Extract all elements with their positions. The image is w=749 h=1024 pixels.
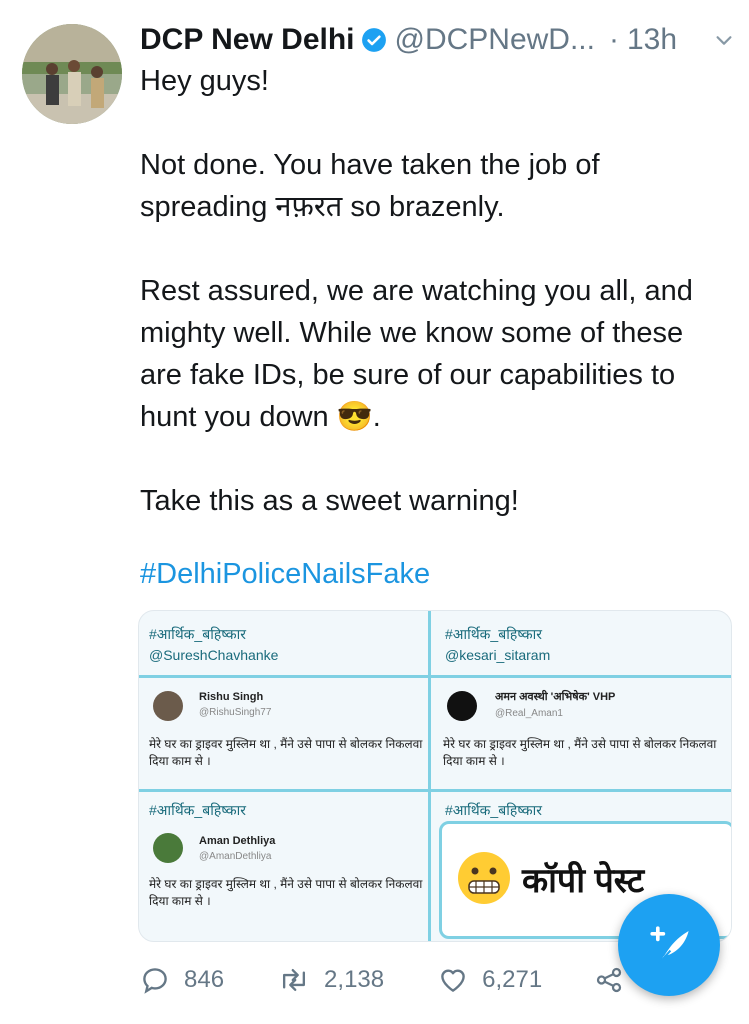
copy-paste-text: कॉपी पेस्ट [522, 862, 645, 900]
tweet-media-image[interactable]: #आर्थिक_बहिष्कार @SureshChavhanke #आर्थि… [138, 610, 732, 942]
compose-tweet-button[interactable] [618, 894, 720, 996]
verified-badge-icon [361, 27, 387, 53]
media-tag: #आर्थिक_बहिष्कार [445, 626, 543, 642]
author-name[interactable]: DCP New Delhi [140, 23, 355, 57]
tweet-time[interactable]: 13h [627, 23, 677, 57]
author-handle[interactable]: @DCPNewD... [395, 23, 595, 57]
tweet-text: Hey guys! Not done. You have taken the j… [140, 60, 730, 522]
retweet-count: 2,138 [324, 966, 385, 993]
media-divider [139, 789, 731, 792]
like-count: 6,271 [482, 966, 543, 993]
tweet-paragraph: Rest assured, we are watching you all, a… [140, 275, 693, 433]
card-header: अमन अवस्थी 'अभिषेक' VHP @Real_Aman1 [495, 689, 615, 719]
reply-icon [143, 968, 167, 994]
author-avatar[interactable] [22, 24, 122, 124]
card-text: मेरे घर का ड्राइवर मुस्लिम था , मैंने उस… [443, 737, 717, 768]
media-tag: #आर्थिक_बहिष्कार [445, 802, 543, 818]
card-avatar [153, 691, 183, 721]
reply-button[interactable]: 846 [140, 965, 224, 995]
compose-feather-icon [650, 926, 689, 964]
chevron-down-icon[interactable] [713, 29, 735, 51]
card-header: Aman Dethliya @AmanDethliya [199, 835, 275, 862]
tweet-header: DCP New Delhi @DCPNewD... · 13h [140, 18, 735, 62]
card-header: Rishu Singh @RishuSingh77 [199, 691, 271, 718]
card-handle: @Real_Aman1 [495, 708, 563, 719]
tweet-paragraph: Take this as a sweet warning! [140, 485, 519, 517]
card-avatar [153, 833, 183, 863]
media-tag: #आर्थिक_बहिष्कार [149, 626, 247, 642]
card-text: मेरे घर का ड्राइवर मुस्लिम था , मैंने उस… [149, 877, 423, 908]
media-tag: #आर्थिक_बहिष्कार [149, 802, 247, 818]
hashtag-link[interactable]: #DelhiPoliceNailsFake [140, 558, 430, 591]
card-avatar [447, 691, 477, 721]
grimacing-face-icon [458, 852, 510, 904]
media-mention: @SureshChavhanke [149, 647, 279, 663]
card-handle: @RishuSingh77 [199, 707, 272, 718]
retweet-icon [283, 968, 306, 992]
card-name: Aman Dethliya [199, 835, 276, 847]
share-icon [597, 967, 622, 993]
card-text: मेरे घर का ड्राइवर मुस्लिम था , मैंने उस… [149, 737, 423, 768]
like-button[interactable]: 6,271 [438, 965, 542, 995]
separator-dot: · [608, 23, 619, 56]
tweet-paragraph: Not done. You have taken the job of spre… [140, 149, 600, 223]
reply-count: 846 [184, 966, 225, 993]
heart-icon [441, 969, 465, 992]
media-divider [139, 675, 731, 678]
card-name: Rishu Singh [199, 691, 264, 703]
card-handle: @AmanDethliya [199, 851, 272, 862]
retweet-button[interactable]: 2,138 [278, 965, 384, 995]
media-mention: @kesari_sitaram [445, 647, 551, 663]
card-name: अमन अवस्थी 'अभिषेक' VHP [495, 691, 616, 703]
tweet-paragraph: Hey guys! [140, 65, 269, 97]
